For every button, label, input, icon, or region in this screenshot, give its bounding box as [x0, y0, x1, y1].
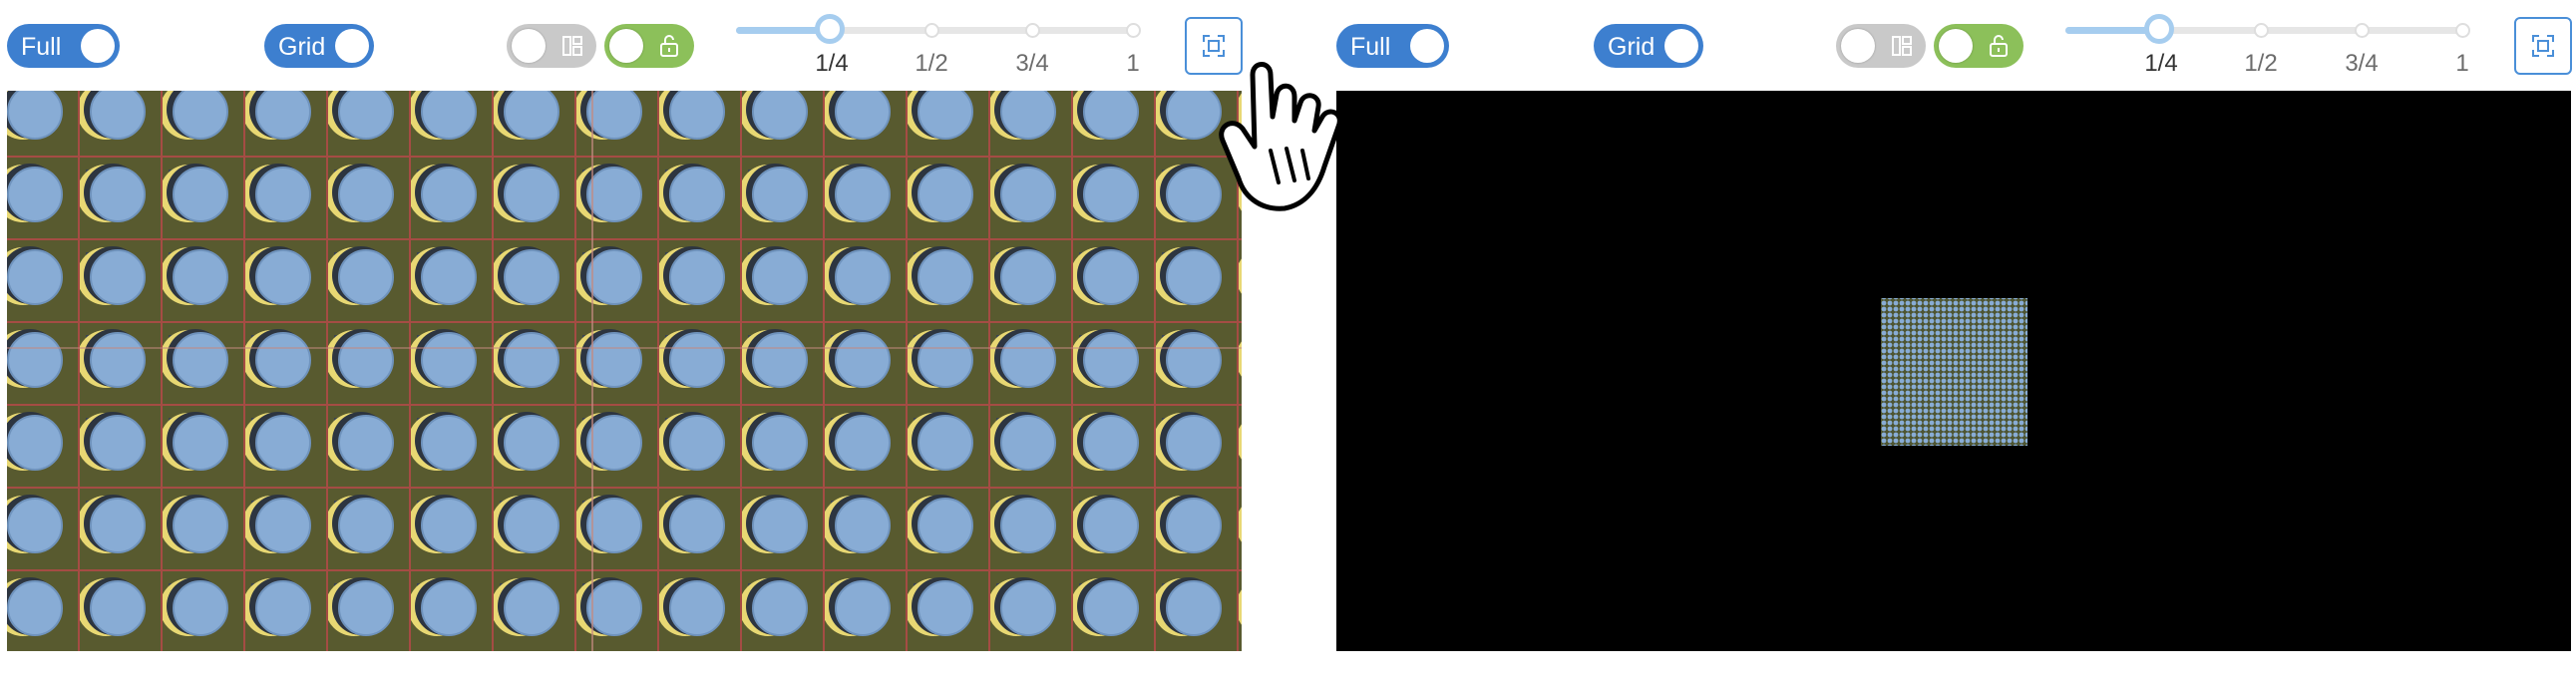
- thumbnail-image: [1881, 298, 2027, 446]
- zoomed-out-image-area: [1336, 91, 2571, 651]
- grid-layout-icon: [562, 36, 582, 56]
- switch-knob: [1939, 29, 1973, 63]
- tiled-pattern-image: [7, 91, 1242, 651]
- toggle-knob: [1410, 29, 1444, 63]
- hand-pointer-icon: [1219, 62, 1342, 211]
- unlock-icon: [660, 35, 678, 57]
- switch-knob: [512, 29, 546, 63]
- lock-switch[interactable]: [1934, 24, 2024, 68]
- toolbar: Full Grid 1/4 1/2 3/4 1: [1329, 0, 2572, 90]
- fit-screen-icon: [2532, 35, 2554, 57]
- slider-stop[interactable]: [924, 23, 939, 38]
- layout-switch[interactable]: [507, 24, 596, 68]
- grid-toggle[interactable]: Grid: [1594, 24, 1703, 68]
- layout-switch[interactable]: [1836, 24, 1926, 68]
- full-toggle-label: Full: [21, 33, 62, 61]
- grid-layout-icon: [1892, 36, 1912, 56]
- unlock-icon: [1990, 35, 2008, 57]
- slider-stop[interactable]: [2455, 23, 2470, 38]
- grid-toggle[interactable]: Grid: [264, 24, 374, 68]
- toggle-knob: [81, 29, 115, 63]
- grid-toggle-label: Grid: [1608, 33, 1656, 61]
- image-viewport[interactable]: [1336, 91, 2571, 651]
- switch-knob: [609, 29, 643, 63]
- toolbar: Full Grid 1/4 1/2 3/4 1: [0, 0, 1243, 90]
- slider-handle[interactable]: [815, 14, 845, 44]
- slider-stop[interactable]: [1126, 23, 1141, 38]
- tick-label-1[interactable]: 1: [1126, 50, 1139, 78]
- tick-label-1-2[interactable]: 1/2: [915, 50, 947, 78]
- image-viewport[interactable]: [7, 91, 1242, 651]
- slider-handle[interactable]: [2144, 14, 2174, 44]
- toggle-knob: [335, 29, 369, 63]
- tick-label-1-4[interactable]: 1/4: [815, 50, 848, 78]
- slider-stop[interactable]: [1025, 23, 1040, 38]
- scale-slider[interactable]: 1/4 1/2 3/4 1: [736, 14, 1141, 84]
- left-panel: Full Grid 1/4 1/2 3/4 1: [0, 0, 1243, 691]
- lock-switch[interactable]: [604, 24, 694, 68]
- tick-label-1[interactable]: 1: [2455, 50, 2468, 78]
- tick-label-1-2[interactable]: 1/2: [2244, 50, 2277, 78]
- fit-screen-button[interactable]: [2514, 17, 2572, 75]
- tick-label-3-4[interactable]: 3/4: [1015, 50, 1048, 78]
- scale-slider[interactable]: 1/4 1/2 3/4 1: [2065, 14, 2470, 84]
- grid-toggle-label: Grid: [278, 33, 326, 61]
- switch-knob: [1841, 29, 1875, 63]
- tick-label-1-4[interactable]: 1/4: [2144, 50, 2177, 78]
- slider-stop[interactable]: [2355, 23, 2370, 38]
- tick-label-3-4[interactable]: 3/4: [2345, 50, 2378, 78]
- slider-stop[interactable]: [2254, 23, 2269, 38]
- full-toggle[interactable]: Full: [7, 24, 120, 68]
- right-panel: Full Grid 1/4 1/2 3/4 1: [1329, 0, 2572, 691]
- toggle-knob: [1664, 29, 1698, 63]
